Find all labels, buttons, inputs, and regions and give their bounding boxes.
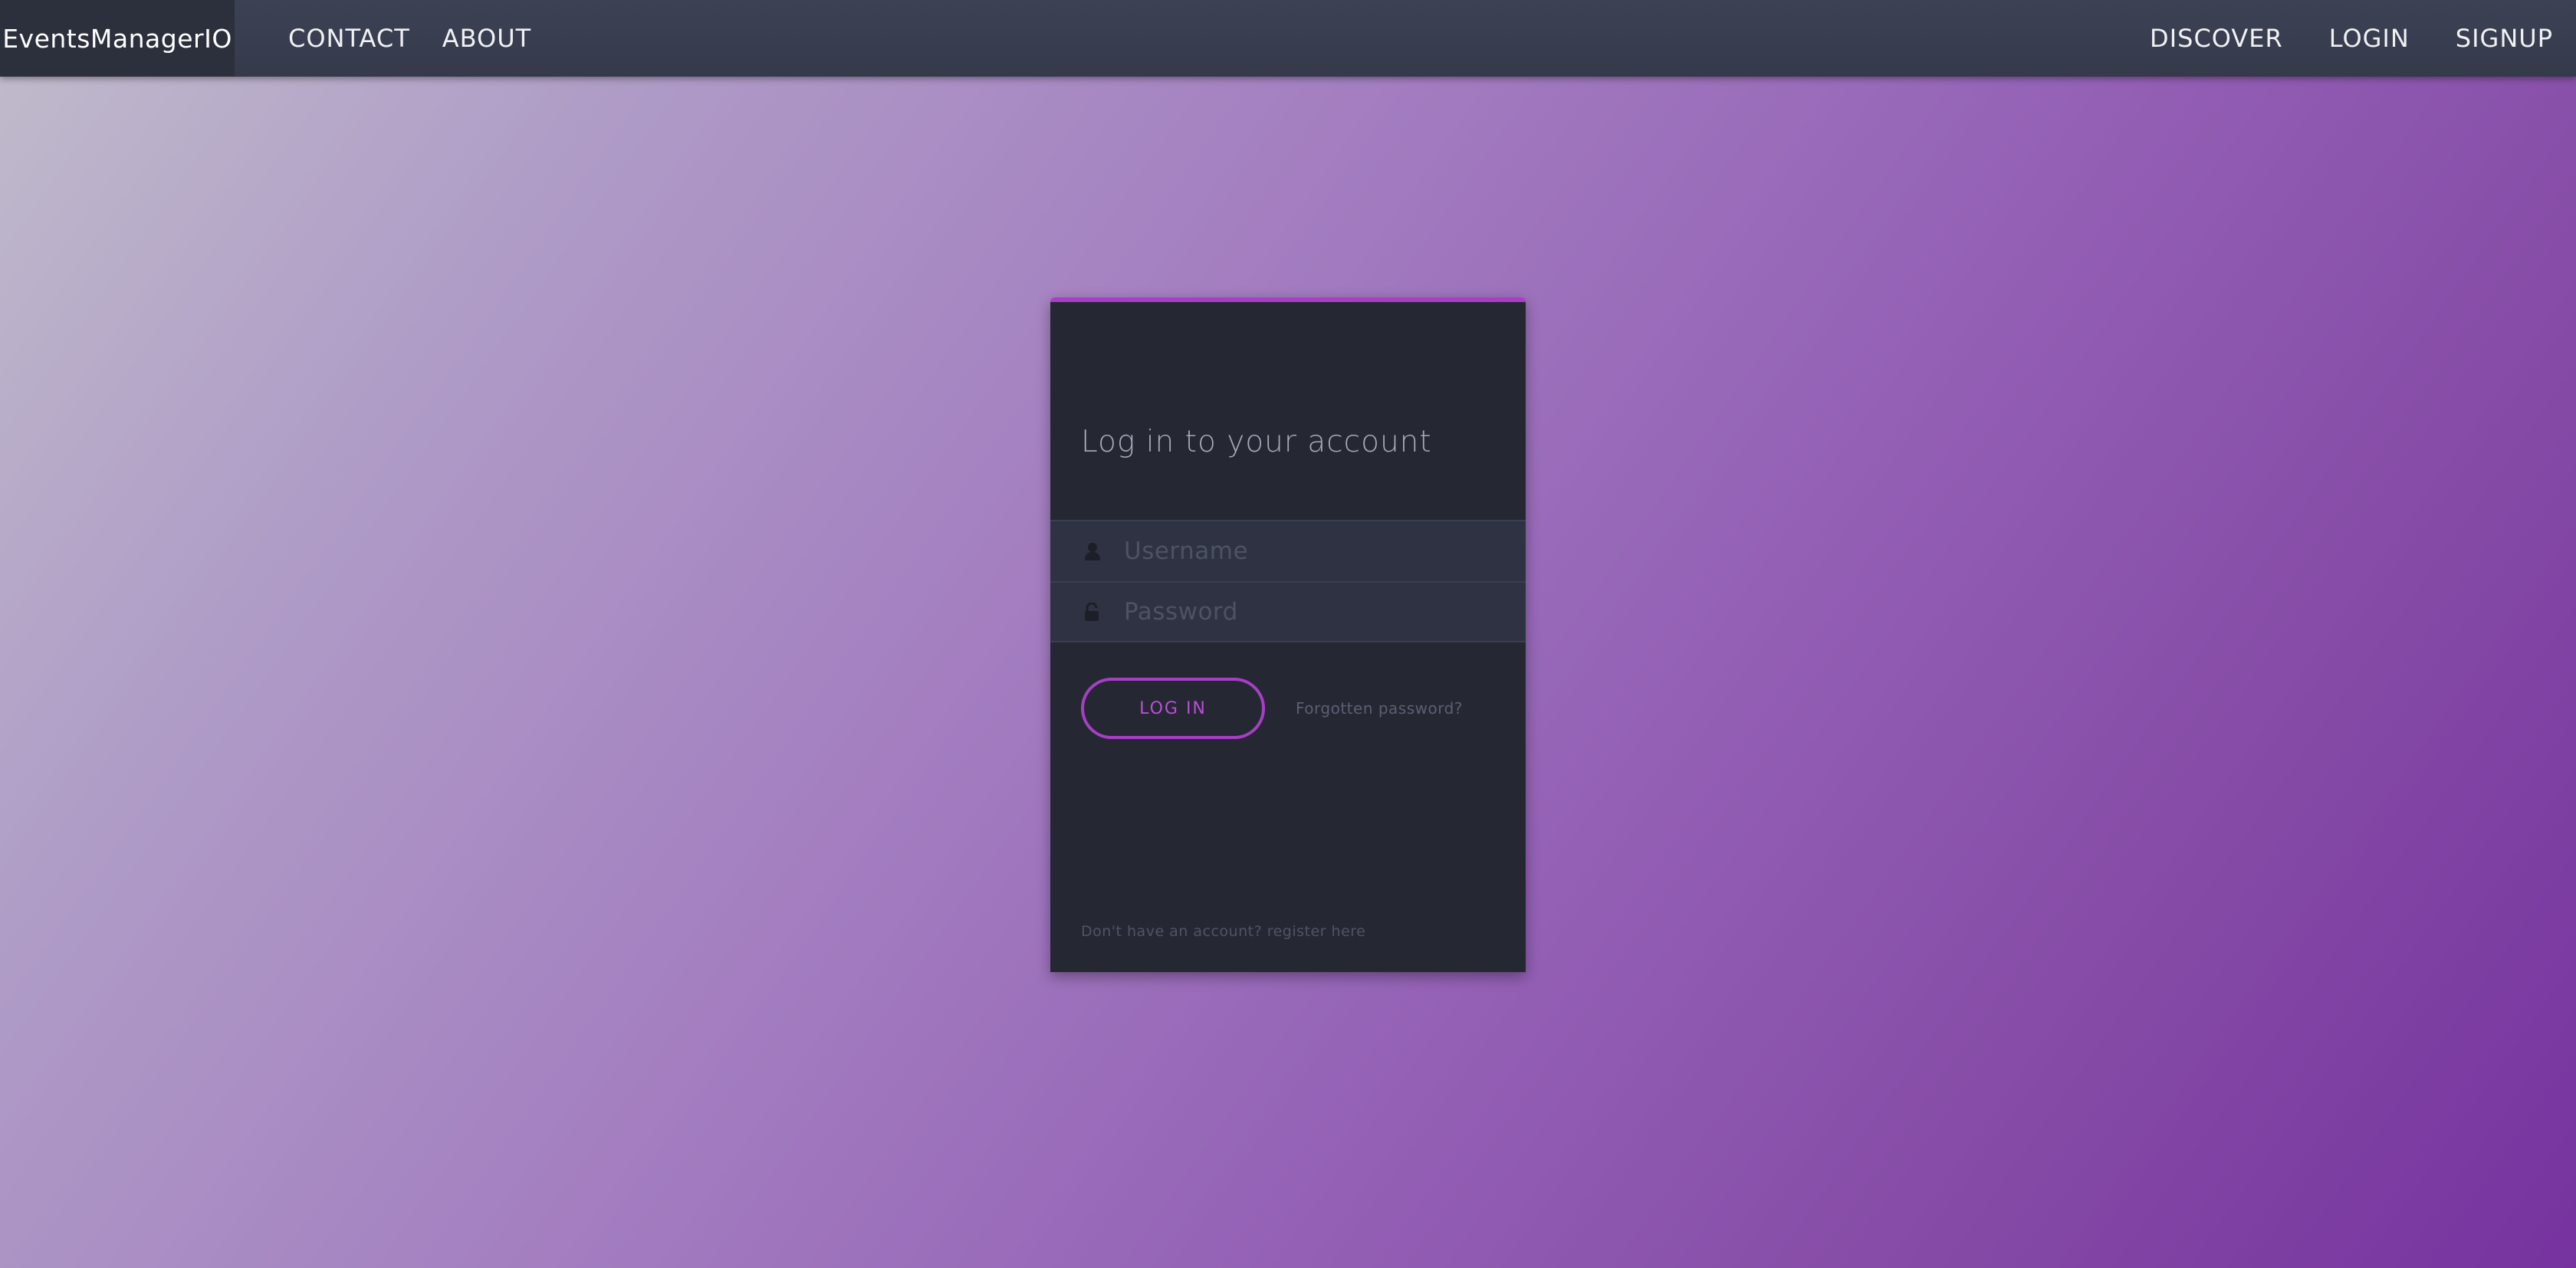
user-icon — [1084, 542, 1124, 560]
nav-right-links: DISCOVER LOGIN SIGNUP — [2104, 24, 2553, 53]
register-prompt-text: Don't have an account? — [1081, 923, 1263, 940]
forgot-password-link[interactable]: Forgotten password? — [1296, 699, 1463, 718]
nav-login-link[interactable]: LOGIN — [2329, 24, 2410, 53]
login-title: Log in to your account — [1081, 425, 1432, 459]
username-field-row — [1050, 520, 1526, 581]
nav-left-links: CONTACT ABOUT — [288, 24, 564, 53]
nav-contact-link[interactable]: CONTACT — [288, 24, 410, 53]
nav-discover-link[interactable]: DISCOVER — [2150, 24, 2283, 53]
nav-signup-link[interactable]: SIGNUP — [2456, 24, 2553, 53]
register-link[interactable]: register here — [1267, 923, 1366, 940]
username-input[interactable] — [1124, 537, 1492, 565]
register-prompt: Don't have an account? register here — [1081, 923, 1365, 940]
brand-logo-link[interactable]: EventsManagerIO — [0, 0, 235, 77]
password-field-row — [1050, 581, 1526, 642]
password-input[interactable] — [1124, 598, 1492, 626]
nav-about-link[interactable]: ABOUT — [442, 24, 531, 53]
login-button[interactable]: LOG IN — [1081, 678, 1265, 739]
lock-icon — [1084, 603, 1124, 621]
login-card: Log in to your account LOG IN Forgotten … — [1050, 297, 1526, 972]
top-navbar: EventsManagerIO CONTACT ABOUT DISCOVER L… — [0, 0, 2576, 77]
